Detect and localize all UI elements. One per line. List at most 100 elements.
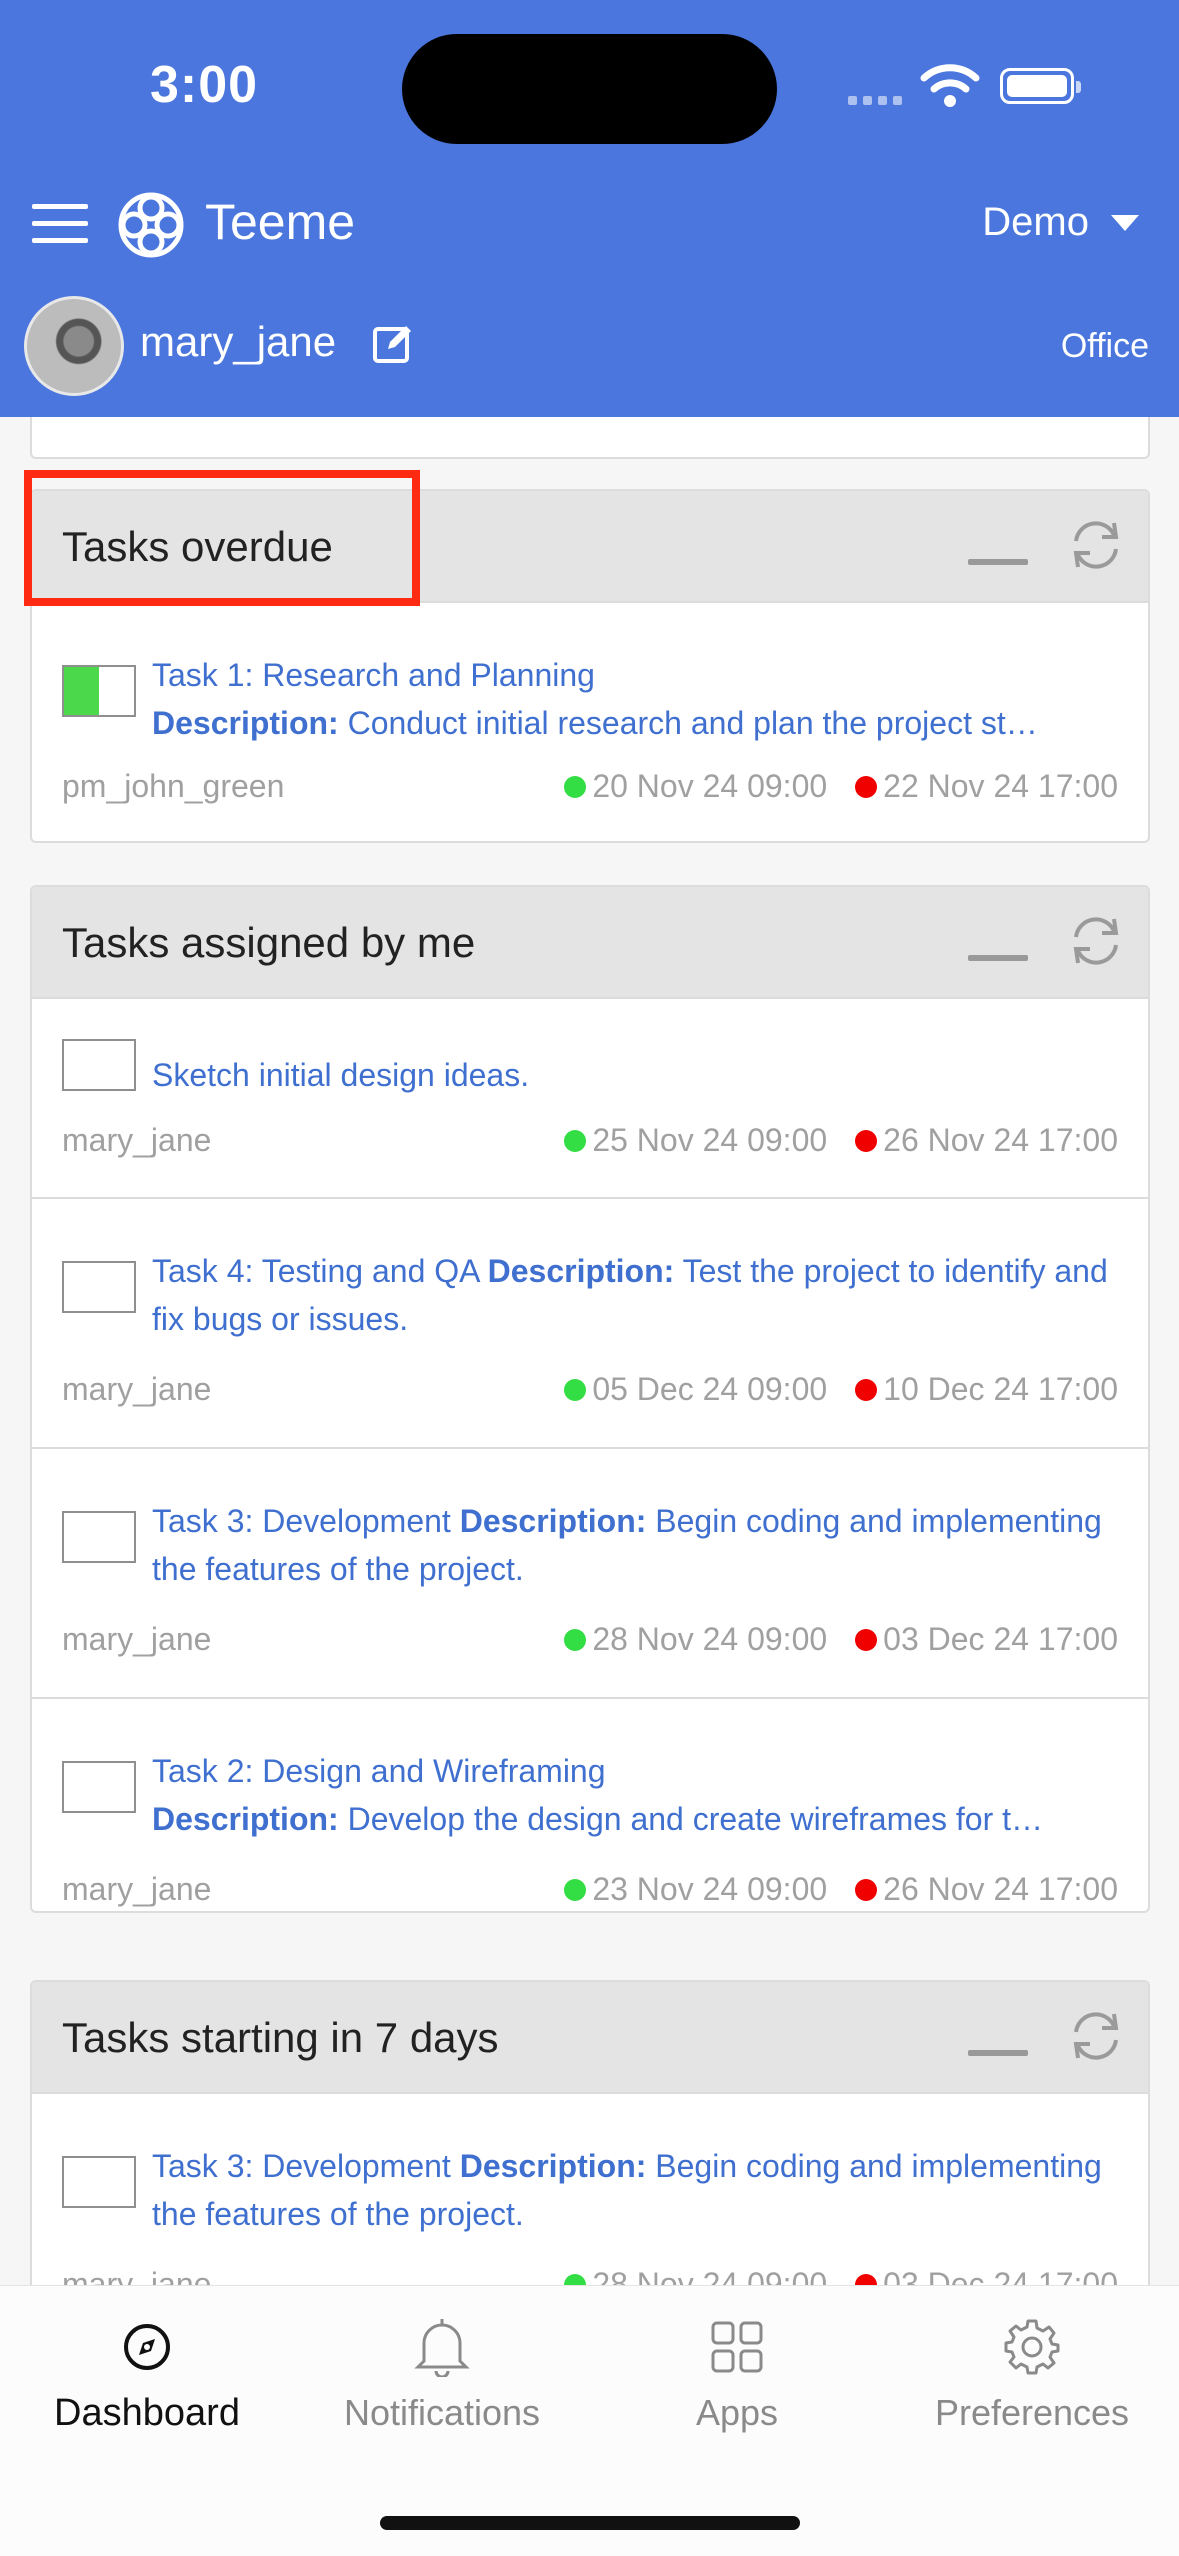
avatar[interactable] [24,296,124,396]
end-date-text: 10 Dec 24 17:00 [883,1371,1118,1407]
end-dot-icon [855,1878,878,1901]
task-item[interactable]: Task 4: Testing and QA Description: Test… [32,1197,1148,1447]
edit-icon[interactable] [372,322,414,364]
refresh-icon[interactable] [1068,2010,1124,2062]
task-item[interactable]: Sketch initial design ideas. mary_jane 2… [32,997,1148,1197]
start-date-text: 20 Nov 24 09:00 [592,768,828,804]
tab-label: Apps [695,2392,779,2433]
task-item[interactable]: Task 3: Development Description: Begin c… [32,1447,1148,1697]
end-date-text: 26 Nov 24 17:00 [883,1871,1118,1907]
tab-label: Dashboard [54,2392,240,2434]
task-text[interactable]: Task 3: Development Description: Begin c… [152,2142,1118,2238]
task-checkbox[interactable] [62,1761,136,1813]
start-dot-icon [564,1878,587,1901]
task-text[interactable]: Task 2: Design and Wireframing Descripti… [152,1747,1118,1843]
task-item[interactable]: Task 2: Design and Wireframing Descripti… [32,1697,1148,1911]
hamburger-menu-icon[interactable] [32,204,88,244]
start-date: 23 Nov 24 09:00 [564,1871,827,1908]
description-label: Description: [152,705,339,741]
minimize-icon[interactable] [968,559,1028,565]
task-assignee: mary_jane [62,1371,212,1407]
start-date-text: 28 Nov 24 09:00 [592,1621,828,1657]
dashboard-content[interactable]: Tasks overdue Task 1: Research and Plann… [0,417,1179,2285]
tab-preferences[interactable]: Preferences [887,2312,1177,2434]
battery-icon [1000,68,1081,104]
task-title: Task 1: Research and Planning [152,657,595,693]
task-text[interactable]: Task 4: Testing and QA Description: Test… [152,1247,1118,1343]
end-date: 10 Dec 24 17:00 [855,1371,1118,1408]
task-text[interactable]: Sketch initial design ideas. [152,1051,1118,1099]
minimize-icon[interactable] [968,2050,1028,2056]
description-label: Description: [152,1801,339,1837]
task-assignee: pm_john_green [62,768,285,804]
teeme-logo-icon [118,192,184,258]
task-title: Sketch initial design ideas. [152,1057,530,1093]
end-date-text: 22 Nov 24 17:00 [883,768,1118,804]
task-progress-checkbox[interactable] [62,665,136,717]
start-dot-icon [564,775,587,798]
task-checkbox[interactable] [62,1039,136,1091]
end-dot-icon [855,2273,878,2285]
start-date: 28 Nov 24 09:00 [564,1621,827,1658]
end-dot-icon [855,775,878,798]
task-checkbox[interactable] [62,2156,136,2208]
description-label: Description: [487,1253,675,1289]
description-label: Description: [459,2148,647,2184]
description-text: Conduct initial research and plan the pr… [347,705,1038,741]
start-date: 05 Dec 24 09:00 [564,1371,827,1408]
location-label: Office [1060,327,1149,365]
task-title: Task 3: Development [152,2148,451,2184]
task-dates: 28 Nov 24 09:00 03 Dec 24 17:00 [564,2266,1118,2285]
task-text[interactable]: Task 1: Research and Planning Descriptio… [152,651,1118,747]
start-date: 20 Nov 24 09:00 [564,768,827,805]
end-dot-icon [855,1378,878,1401]
task-dates: 23 Nov 24 09:00 26 Nov 24 17:00 [564,1871,1118,1908]
chevron-down-icon [1111,214,1139,231]
end-date: 26 Nov 24 17:00 [855,1122,1118,1159]
start-dot-icon [564,2273,587,2285]
start-date-text: 25 Nov 24 09:00 [592,1122,828,1158]
app-name: Teeme [205,194,356,250]
bell-icon [414,2319,470,2377]
task-text[interactable]: Task 3: Development Description: Begin c… [152,1497,1118,1593]
tab-label: Notifications [343,2392,541,2433]
start-date: 28 Nov 24 09:00 [564,2266,827,2285]
widget-title: Tasks starting in 7 days [62,2014,499,2061]
cellular-signal-icon [848,96,902,105]
tab-apps[interactable]: Apps [592,2312,882,2434]
refresh-icon[interactable] [1068,915,1124,967]
start-date-text: 05 Dec 24 09:00 [592,1371,828,1407]
start-dot-icon [564,1628,587,1651]
start-date: 25 Nov 24 09:00 [564,1122,827,1159]
tab-notifications[interactable]: Notifications [297,2312,587,2434]
task-dates: 05 Dec 24 09:00 10 Dec 24 17:00 [564,1371,1118,1408]
refresh-icon[interactable] [1068,519,1124,571]
workspace-dropdown[interactable]: Demo [982,200,1139,245]
tab-dashboard[interactable]: Dashboard [2,2312,292,2435]
task-assignee: mary_jane [62,1871,212,1907]
task-item[interactable]: Task 1: Research and Planning Descriptio… [32,601,1148,841]
task-checkbox[interactable] [62,1511,136,1563]
grid-icon [711,2321,763,2373]
description-text: Develop the design and create wireframes… [347,1801,1044,1837]
progress-fill [64,667,99,715]
start-date-text: 28 Nov 24 09:00 [592,2266,828,2285]
widget-header: Tasks starting in 7 days [32,1982,1148,2092]
start-date-text: 23 Nov 24 09:00 [592,1871,828,1907]
task-checkbox[interactable] [62,1261,136,1313]
status-time: 3:00 [150,56,259,114]
end-date-text: 03 Dec 24 17:00 [883,1621,1118,1657]
minimize-icon[interactable] [968,955,1028,961]
highlight-annotation [24,470,420,606]
widget-title: Tasks assigned by me [62,919,476,966]
end-date: 26 Nov 24 17:00 [855,1871,1118,1908]
widget-tasks-assigned-by-me: Tasks assigned by me Sketch initial desi… [30,885,1150,1913]
gear-icon [1004,2319,1060,2375]
end-dot-icon [855,1628,878,1651]
wifi-icon [920,64,980,107]
compass-icon [124,2324,170,2370]
previous-widget [30,417,1150,459]
task-item[interactable]: Task 3: Development Description: Begin c… [32,2092,1148,2285]
app-header: 3:00 Teeme Demo mary_jane Office [0,0,1179,417]
home-indicator[interactable] [380,2516,800,2530]
